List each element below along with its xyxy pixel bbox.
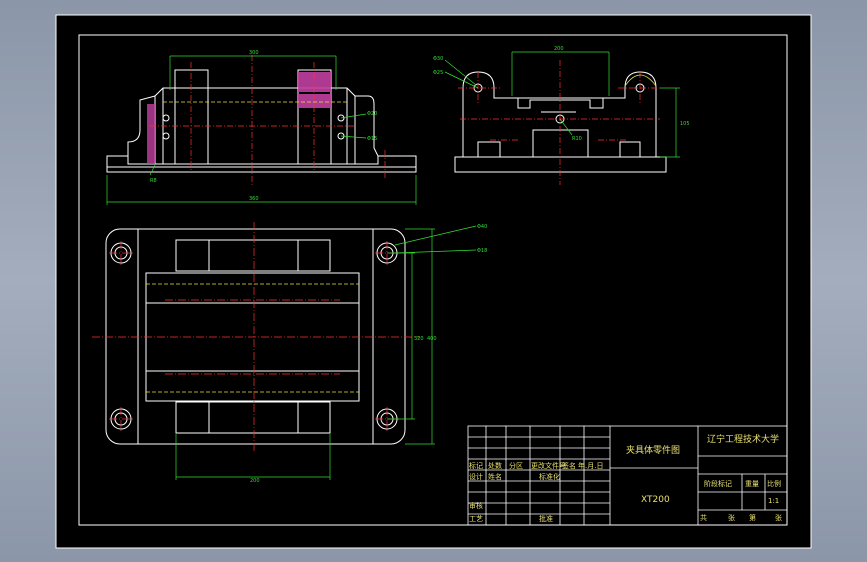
sheet-total: 共 <box>700 513 707 522</box>
dim-plan-outer-height: 400 <box>427 336 437 342</box>
weight-label: 重量 <box>745 480 759 488</box>
label-zone: 分区 <box>509 461 523 470</box>
school-name: 辽宁工程技术大学 <box>707 433 779 445</box>
label-process: 工艺 <box>469 515 483 523</box>
label-standard: 标准化 <box>539 472 560 481</box>
dim-plan-bottom-width: 200 <box>250 478 260 484</box>
label-date: 年.月.日 <box>578 461 603 470</box>
dim-side-height: 105 <box>680 121 690 127</box>
dim-callout-c: Φ30 <box>433 56 443 62</box>
label-mark: 标记 <box>469 461 483 470</box>
part-name: 夹具体零件图 <box>626 444 680 456</box>
cad-drawing-canvas: 300 360 Φ20 Φ15 R8 200 105 Φ30 Φ25 R10 2… <box>55 14 812 549</box>
label-approve: 批准 <box>539 514 553 523</box>
dim-front-bottom-width: 360 <box>249 196 259 202</box>
sheet-index: 第 <box>749 513 756 522</box>
front-hatch-left <box>147 104 155 164</box>
dim-callout-f: Φ18 <box>477 248 487 254</box>
dim-plan-inner-height: 320 <box>414 336 424 342</box>
label-change-no: 更改文件号 <box>531 461 566 470</box>
stage-label: 阶段标记 <box>704 479 732 488</box>
scale-value: 1:1 <box>768 497 779 505</box>
dim-callout-d: Φ25 <box>433 70 443 76</box>
dim-callout-e: Φ40 <box>477 224 487 230</box>
label-check: 审核 <box>469 501 483 510</box>
drawing-number: XT200 <box>641 495 670 505</box>
sheet-unit-2: 张 <box>775 513 782 522</box>
dim-callout-b: Φ15 <box>367 136 377 142</box>
dim-callout-g: R10 <box>572 136 582 142</box>
label-signature: 签名 <box>562 461 576 470</box>
front-hatch-right <box>298 72 331 92</box>
label-design: 设计 <box>469 472 483 481</box>
dim-top-front-width: 300 <box>249 50 259 56</box>
label-count: 处数 <box>488 461 502 470</box>
dim-callout-a: Φ20 <box>367 111 377 117</box>
dim-side-top-width: 200 <box>554 46 564 52</box>
sheet-unit-1: 张 <box>728 513 735 522</box>
scale-label: 比例 <box>767 479 781 488</box>
front-hatch-right-2 <box>298 94 331 108</box>
label-name: 姓名 <box>488 472 502 481</box>
dim-callout-h: R8 <box>150 178 157 184</box>
